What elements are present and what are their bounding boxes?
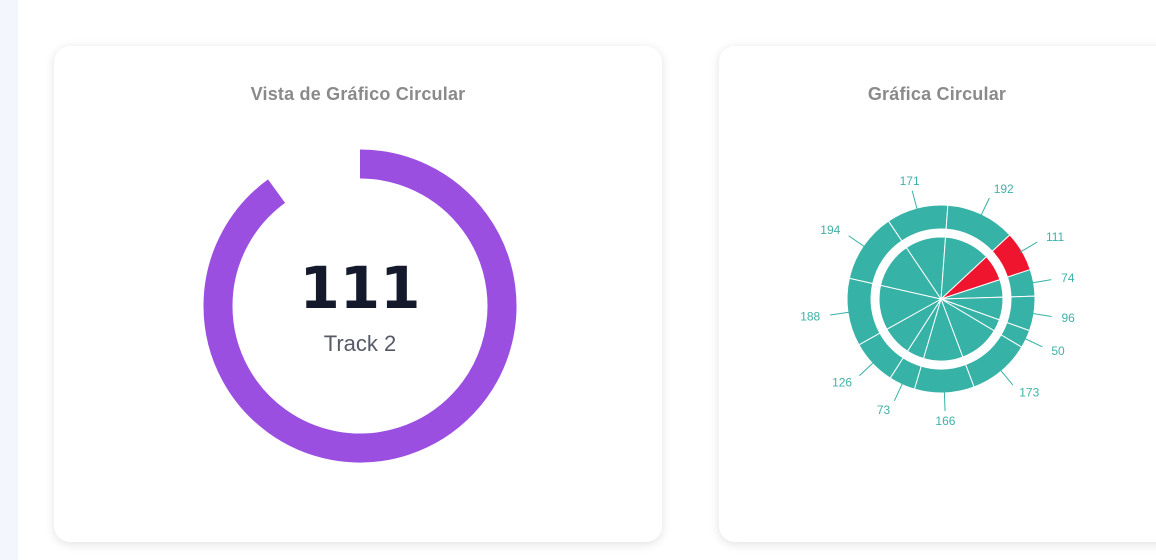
pie-slice-label: 166 bbox=[935, 414, 955, 428]
pie-slice-label: 96 bbox=[1062, 311, 1076, 325]
pie-leader-line bbox=[943, 390, 946, 411]
left-sidebar-strip bbox=[0, 0, 18, 560]
pie-leader-line bbox=[911, 190, 918, 211]
pie-ring-segment bbox=[913, 363, 975, 394]
radial-progress-card: Vista de Gráfico Circular 111 Track 2 bbox=[54, 46, 662, 542]
pie-slice-label: 171 bbox=[900, 174, 920, 188]
pie-leader-line bbox=[859, 361, 875, 377]
pie-leader-line bbox=[893, 382, 904, 402]
pie-chart-card: Gráfica Circular 111 74 96 50 173 166 73 126 188… bbox=[719, 46, 1156, 542]
pie-leader-line bbox=[1023, 337, 1043, 348]
radial-value: 111 bbox=[299, 254, 420, 322]
pie-slice-label: 192 bbox=[994, 182, 1014, 196]
pie-slice-label: 173 bbox=[1019, 386, 1039, 400]
pie-leader-line bbox=[1031, 279, 1052, 284]
radial-progress-chart: 111 Track 2 bbox=[203, 149, 517, 463]
pie-slice-label: 111 bbox=[1046, 230, 1065, 244]
pie-leader-line bbox=[830, 311, 851, 316]
pie-ring-segment bbox=[846, 277, 881, 346]
pie-leader-line bbox=[1031, 312, 1052, 317]
pie-leader-line bbox=[999, 369, 1014, 386]
pie-chart: 111 74 96 50 173 166 73 126 188 194 171 192 bbox=[800, 174, 1076, 428]
pie-slice-label: 73 bbox=[877, 403, 891, 417]
pie-slice-label: 50 bbox=[1051, 344, 1065, 358]
pie-slice-label: 194 bbox=[820, 223, 840, 237]
pie-leader-line bbox=[848, 235, 866, 248]
radial-track-label: Track 2 bbox=[324, 331, 397, 356]
pie-slice-label: 74 bbox=[1061, 271, 1075, 285]
pie-leader-line bbox=[980, 197, 990, 217]
pie-slice-label: 126 bbox=[832, 376, 852, 390]
pie-leader-line bbox=[1019, 241, 1038, 253]
pie-slice-label: 188 bbox=[800, 309, 820, 323]
